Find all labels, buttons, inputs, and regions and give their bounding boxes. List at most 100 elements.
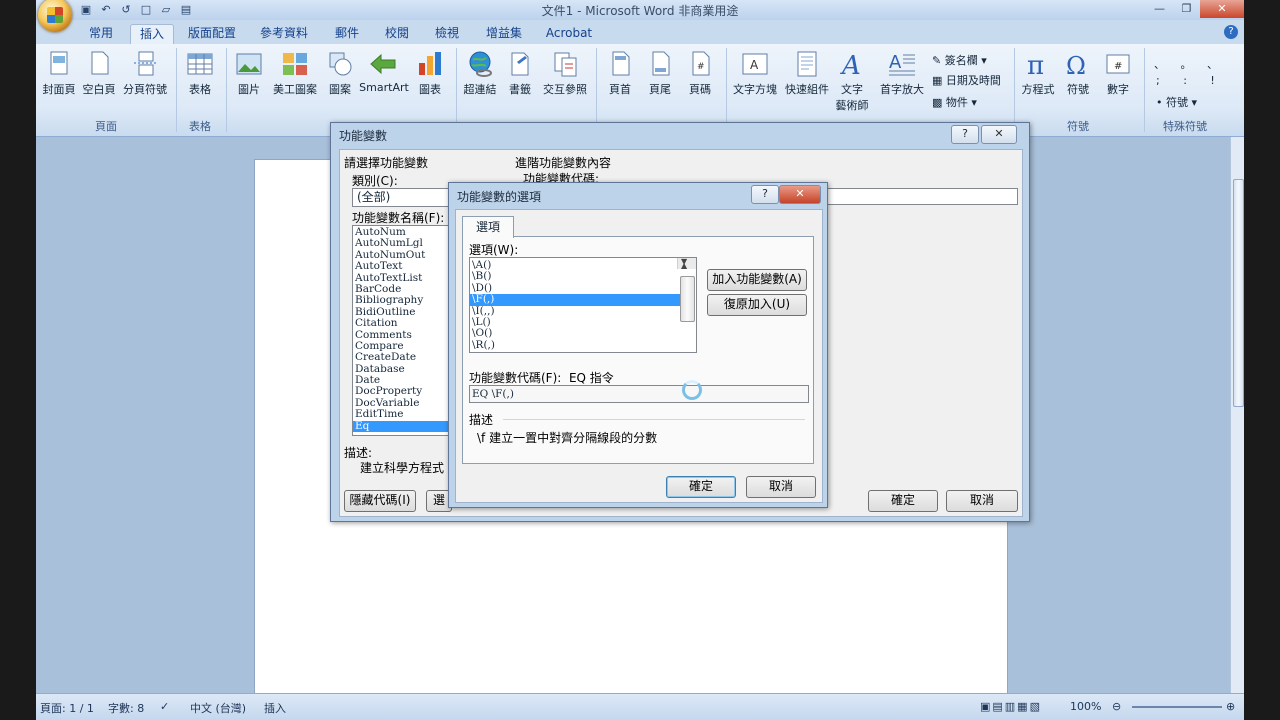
- group-label-symbols: 符號: [1067, 120, 1089, 133]
- field-dialog-title: 功能變數: [339, 129, 388, 143]
- cancel-button[interactable]: 取消: [746, 476, 816, 498]
- code-input[interactable]: EQ \F(,): [469, 385, 809, 403]
- shapes-button[interactable]: 圖案: [322, 50, 358, 97]
- symbol-button[interactable]: Ω 符號: [1060, 50, 1096, 97]
- cross-reference-button[interactable]: 交互參照: [540, 50, 590, 97]
- scroll-thumb[interactable]: [1233, 179, 1244, 407]
- ribbon-tabs: 常用 插入 版面配置 參考資料 郵件 校閱 檢視 增益集 Acrobat ?: [36, 20, 1244, 45]
- list-item[interactable]: \L(): [470, 316, 696, 328]
- hyperlink-button[interactable]: 超連結: [460, 50, 500, 97]
- zoom-out-icon[interactable]: ⊖: [1112, 700, 1121, 713]
- signature-line-button[interactable]: ✎ 簽名欄 ▾: [932, 52, 987, 68]
- smartart-button[interactable]: SmartArt: [358, 50, 410, 94]
- date-time-button[interactable]: ▦ 日期及時間: [932, 72, 1001, 88]
- undo-add-button[interactable]: 復原加入(U): [707, 294, 807, 316]
- equation-button[interactable]: π 方程式: [1018, 50, 1058, 97]
- ribbon-separator: [456, 48, 457, 132]
- zoom-in-icon[interactable]: ⊕: [1226, 700, 1235, 713]
- status-language[interactable]: 中文 (台灣): [190, 700, 246, 716]
- help-icon[interactable]: ?: [951, 125, 979, 144]
- zoom-slider[interactable]: [1132, 706, 1222, 708]
- calendar-icon: ▦: [932, 74, 946, 87]
- tab-options[interactable]: 選項: [462, 216, 514, 238]
- wordart-button[interactable]: A 文字 藝術師: [832, 50, 872, 113]
- ok-button[interactable]: 確定: [666, 476, 736, 498]
- field-names-label: 功能變數名稱(F):: [352, 211, 445, 225]
- list-item[interactable]: \B(): [470, 270, 696, 282]
- list-item-selected[interactable]: Eq: [353, 420, 449, 433]
- header-button[interactable]: 頁首: [602, 50, 638, 97]
- busy-cursor-icon: [682, 380, 702, 400]
- special-symbol-button[interactable]: • 符號 ▾: [1156, 94, 1197, 110]
- cover-page-button[interactable]: 封面頁: [40, 50, 78, 97]
- blank-page-button[interactable]: 空白頁: [80, 50, 118, 97]
- switches-label: 選項(W):: [469, 243, 519, 257]
- view-buttons[interactable]: ▣▤▥▦▧: [980, 700, 1042, 713]
- list-item[interactable]: \O(): [470, 327, 696, 339]
- page-number-button[interactable]: # 頁碼: [682, 50, 718, 97]
- tab-addins[interactable]: 增益集: [482, 24, 526, 44]
- office-logo-icon: [47, 7, 63, 23]
- field-names-list[interactable]: AutoNum AutoNumLgl AutoNumOut AutoText A…: [352, 225, 450, 436]
- tab-references[interactable]: 參考資料: [258, 24, 310, 44]
- object-button[interactable]: ▩ 物件 ▾: [932, 94, 977, 110]
- quick-parts-button[interactable]: 快速組件: [782, 50, 832, 97]
- help-icon[interactable]: ?: [751, 185, 779, 204]
- close-icon[interactable]: ✕: [1200, 0, 1244, 18]
- tab-mailings[interactable]: 郵件: [330, 24, 364, 44]
- page-break-button[interactable]: 分頁符號: [120, 50, 170, 97]
- list-item-selected[interactable]: \F(,): [470, 293, 680, 306]
- help-icon[interactable]: ?: [1224, 25, 1238, 39]
- tab-view[interactable]: 檢視: [430, 24, 464, 44]
- list-item[interactable]: EditTime: [353, 408, 449, 420]
- list-item[interactable]: \R(,): [470, 339, 696, 351]
- svg-text:#: #: [1114, 61, 1122, 72]
- options-dialog-title: 功能變數的選項: [457, 190, 542, 204]
- status-mode[interactable]: 插入: [264, 700, 286, 716]
- tab-home[interactable]: 常用: [84, 24, 118, 44]
- window-title: 文件1 - Microsoft Word 非商業用途: [541, 4, 739, 18]
- group-label-page: 頁面: [95, 120, 117, 133]
- drop-cap-button[interactable]: A 首字放大: [876, 50, 928, 97]
- cancel-button[interactable]: 取消: [946, 490, 1018, 512]
- picture-button[interactable]: 圖片: [230, 50, 268, 97]
- close-icon[interactable]: ✕: [981, 125, 1017, 144]
- tab-review[interactable]: 校閱: [380, 24, 414, 44]
- status-page[interactable]: 頁面: 1 / 1: [40, 700, 94, 716]
- table-button[interactable]: 表格: [182, 50, 218, 97]
- text-box-button[interactable]: A 文字方塊: [730, 50, 780, 97]
- minimize-icon[interactable]: —: [1146, 0, 1173, 18]
- switches-list[interactable]: \A() \B() \D() \F(,) \I(,,) \L() \O() \R…: [469, 257, 697, 353]
- add-to-field-button[interactable]: 加入功能變數(A): [707, 269, 807, 291]
- tab-page-layout[interactable]: 版面配置: [186, 24, 238, 44]
- svg-text:Ω: Ω: [1066, 52, 1086, 78]
- list-item[interactable]: \I(,,): [470, 305, 696, 317]
- bookmark-button[interactable]: 書籤: [502, 50, 538, 97]
- chart-button[interactable]: 圖表: [412, 50, 448, 97]
- list-item[interactable]: \A(): [470, 259, 696, 271]
- close-icon[interactable]: ✕: [779, 185, 821, 204]
- clip-art-button[interactable]: 美工圖案: [270, 50, 320, 97]
- ok-button[interactable]: 確定: [868, 490, 938, 512]
- tab-acrobat[interactable]: Acrobat: [544, 24, 594, 44]
- special-symbols-row[interactable]: 、 。 、: [1154, 56, 1224, 72]
- tab-insert[interactable]: 插入: [130, 24, 174, 45]
- list-item[interactable]: Citation: [353, 317, 449, 329]
- vertical-scrollbar[interactable]: [1230, 137, 1244, 693]
- footer-button[interactable]: 頁尾: [642, 50, 678, 97]
- switches-scrollbar[interactable]: ▲ ▼: [677, 258, 696, 322]
- list-item[interactable]: AutoText: [353, 260, 449, 272]
- list-item[interactable]: \D(): [470, 282, 696, 294]
- restore-icon[interactable]: ❐: [1173, 0, 1200, 18]
- svg-text:π: π: [1027, 51, 1044, 78]
- status-words[interactable]: 字數: 8: [108, 700, 144, 716]
- proofing-icon[interactable]: ✓: [160, 700, 169, 713]
- number-button[interactable]: # 數字: [1100, 50, 1136, 97]
- scroll-down-icon[interactable]: ▼: [681, 258, 687, 267]
- hide-codes-button[interactable]: 隱藏代碼(I): [344, 490, 416, 512]
- special-symbols-row[interactable]: ; : !: [1156, 74, 1225, 87]
- scroll-thumb[interactable]: [680, 276, 695, 322]
- list-item[interactable]: CreateDate: [353, 351, 449, 363]
- zoom-level[interactable]: 100%: [1070, 700, 1101, 713]
- category-select[interactable]: (全部): [352, 188, 454, 207]
